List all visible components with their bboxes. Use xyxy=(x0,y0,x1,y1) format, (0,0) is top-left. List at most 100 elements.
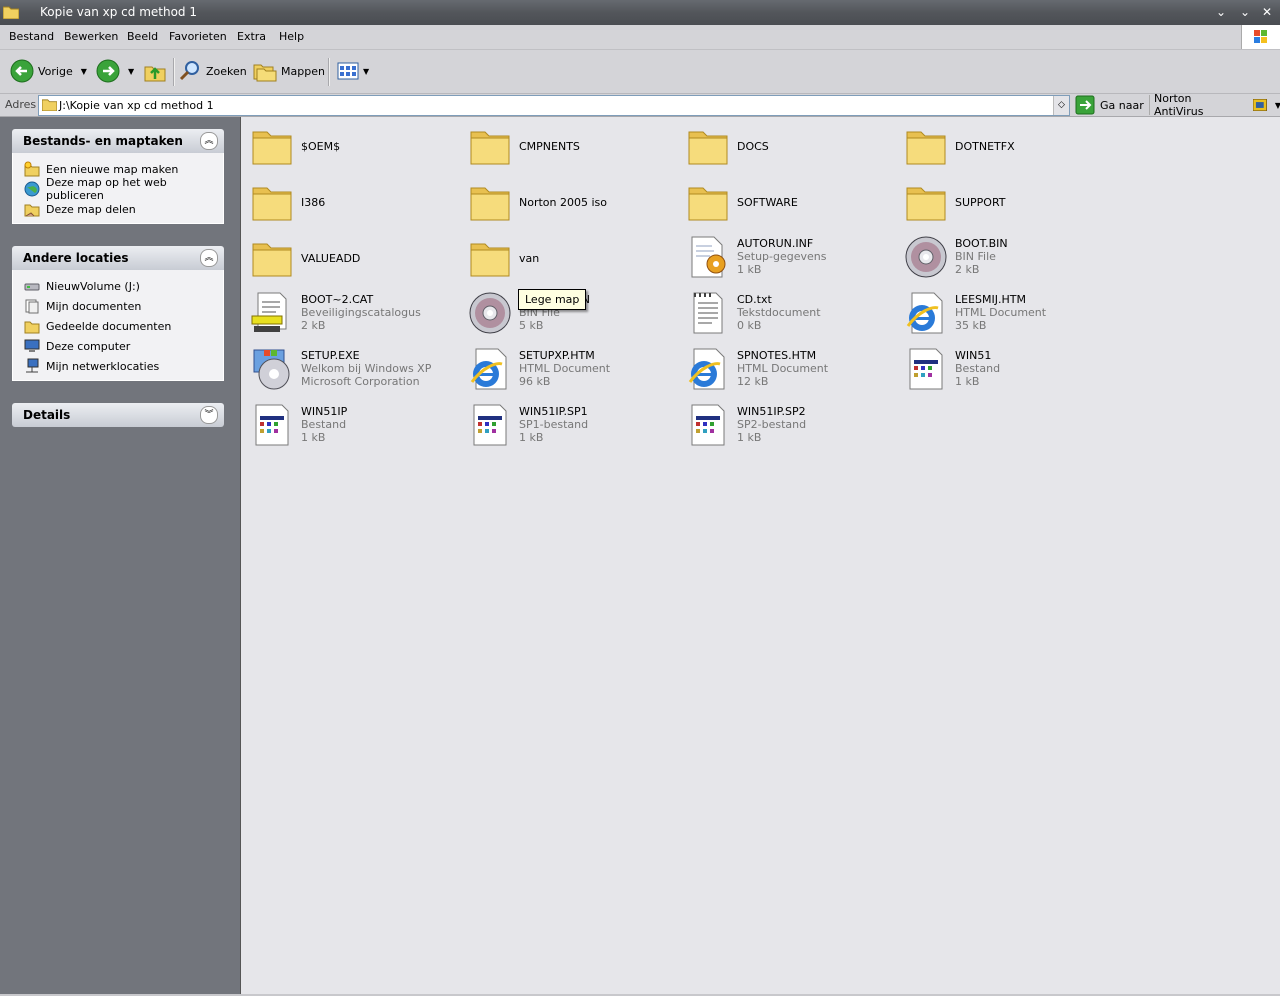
menu-bar: Bestand Bewerken Beeld Favorieten Extra … xyxy=(0,25,1280,50)
file-item[interactable]: SETUPXP.HTM HTML Document 96 kB xyxy=(462,343,672,395)
file-item[interactable]: WIN51 Bestand 1 kB xyxy=(898,343,1108,395)
disc-icon xyxy=(468,290,512,336)
folder-icon xyxy=(686,178,730,224)
file-item[interactable]: WIN51IP Bestand 1 kB xyxy=(244,399,454,451)
chevron-down-icon[interactable]: ▼ xyxy=(81,67,87,76)
file-name: $OEM$ xyxy=(301,140,341,153)
file-item[interactable]: SOFTWARE xyxy=(680,175,890,227)
chevron-down-icon[interactable]: ▼ xyxy=(128,67,134,76)
file-name: WIN51IP xyxy=(301,405,348,418)
file-name: van xyxy=(519,252,540,265)
file-item[interactable]: BOOT~2.CAT Beveiligingscatalogus 2 kB xyxy=(244,287,454,339)
views-button[interactable]: ▼ xyxy=(337,58,369,84)
file-item[interactable]: AUTORUN.INF Setup-gegevens 1 kB xyxy=(680,231,890,283)
menu-beeld[interactable]: Beeld xyxy=(127,30,158,43)
folder-icon xyxy=(250,234,294,280)
panel-header[interactable]: Andere locaties ︽ xyxy=(12,246,224,270)
ie-icon xyxy=(904,290,948,336)
task-share-folder[interactable]: Deze map delen xyxy=(13,199,223,219)
file-item[interactable]: Norton 2005 iso xyxy=(462,175,672,227)
forward-button[interactable]: ▼ xyxy=(96,58,134,84)
file-size: 35 kB xyxy=(955,319,987,332)
menu-favorieten[interactable]: Favorieten xyxy=(169,30,227,43)
menu-help[interactable]: Help xyxy=(279,30,304,43)
file-item[interactable]: WIN51IP.SP2 SP2-bestand 1 kB xyxy=(680,399,890,451)
menu-bewerken[interactable]: Bewerken xyxy=(64,30,118,43)
ie-icon xyxy=(686,346,730,392)
file-list: $OEM$ CMPNENTS DOCS DOTNETFX I386 Norton 2005… xyxy=(241,117,1280,994)
back-button[interactable]: Vorige ▼ xyxy=(10,58,87,84)
file-item[interactable]: CMPNENTS xyxy=(462,119,672,171)
place-shared-documents[interactable]: Gedeelde documenten xyxy=(13,316,223,336)
file-name: SOFTWARE xyxy=(737,196,798,209)
file-tasks-panel: Bestands- en maptaken ︽ Een nieuwe map m… xyxy=(12,129,224,224)
address-dropdown-icon[interactable]: ◇ xyxy=(1053,96,1069,115)
generic-icon xyxy=(250,402,294,448)
maximize-icon[interactable]: ⌄ xyxy=(1237,4,1253,20)
expand-icon[interactable]: ︾ xyxy=(200,406,218,424)
file-type: HTML Document xyxy=(955,306,1047,319)
file-name: LEESMIJ.HTM xyxy=(955,293,1026,306)
file-size: 12 kB xyxy=(737,375,769,388)
file-item[interactable]: van xyxy=(462,231,672,283)
file-size: 2 kB xyxy=(301,319,326,332)
chevron-down-icon[interactable]: ▼ xyxy=(1275,101,1280,110)
norton-icon xyxy=(1253,99,1267,111)
norton-antivirus-toolbar[interactable]: Norton AntiVirus ▼ xyxy=(1149,92,1280,118)
file-item[interactable]: BOOT.BIN BIN File 2 kB xyxy=(898,231,1108,283)
place-my-documents[interactable]: Mijn documenten xyxy=(13,296,223,316)
file-type: Beveiligingscatalogus xyxy=(301,306,421,319)
file-item[interactable]: LEESMIJ.HTM HTML Document 35 kB xyxy=(898,287,1108,339)
file-item[interactable]: SETUP.EXE Welkom bij Windows XP Microsoft … xyxy=(244,343,454,395)
file-type: Welkom bij Windows XP xyxy=(301,362,432,375)
search-button[interactable]: Zoeken xyxy=(178,58,247,84)
go-button[interactable]: Ga naar xyxy=(1075,95,1144,115)
task-publish-web[interactable]: Deze map op het web publiceren xyxy=(13,176,223,202)
file-item[interactable]: WIN51IP.SP1 SP1-bestand 1 kB xyxy=(462,399,672,451)
folders-icon xyxy=(253,64,277,82)
panel-header[interactable]: Details ︾ xyxy=(12,403,224,427)
file-name: SETUP.EXE xyxy=(301,349,360,362)
go-arrow-icon xyxy=(1075,95,1095,115)
file-name: DOCS xyxy=(737,140,769,153)
file-item[interactable]: I386 xyxy=(244,175,454,227)
folders-button[interactable]: Mappen xyxy=(253,58,325,84)
generic-icon xyxy=(686,402,730,448)
up-folder-icon xyxy=(144,66,166,82)
file-item[interactable]: DOTNETFX xyxy=(898,119,1108,171)
text-doc-icon xyxy=(686,290,730,336)
up-folder-button[interactable] xyxy=(143,58,167,84)
place-my-computer[interactable]: Deze computer xyxy=(13,336,223,356)
close-icon[interactable]: ✕ xyxy=(1259,4,1275,20)
file-item[interactable]: VALUEADD xyxy=(244,231,454,283)
place-drive-j[interactable]: NieuwVolume (J:) xyxy=(13,276,223,296)
file-type: Bestand xyxy=(301,418,347,431)
collapse-icon[interactable]: ︽ xyxy=(200,249,218,267)
generic-icon xyxy=(904,346,948,392)
window-title: Kopie van xp cd method 1 xyxy=(40,5,197,19)
globe-icon xyxy=(24,181,40,197)
file-item[interactable]: SUPPORT xyxy=(898,175,1108,227)
file-name: SPNOTES.HTM xyxy=(737,349,817,362)
menu-bestand[interactable]: Bestand xyxy=(9,30,54,43)
folder-icon xyxy=(904,122,948,168)
folder-icon xyxy=(3,6,19,19)
file-size: 2 kB xyxy=(955,263,980,276)
file-name: CMPNENTS xyxy=(519,140,580,153)
panel-header[interactable]: Bestands- en maptaken ︽ xyxy=(12,129,224,153)
file-item[interactable]: CD.txt Tekstdocument 0 kB xyxy=(680,287,890,339)
collapse-icon[interactable]: ︽ xyxy=(200,132,218,150)
file-item[interactable]: SPNOTES.HTM HTML Document 12 kB xyxy=(680,343,890,395)
minimize-icon[interactable]: ⌄ xyxy=(1213,4,1229,20)
file-name: WIN51IP.SP2 xyxy=(737,405,806,418)
address-input[interactable]: J:\Kopie van xp cd method 1 ◇ xyxy=(38,95,1070,116)
file-item[interactable]: DOCS xyxy=(680,119,890,171)
chevron-down-icon[interactable]: ▼ xyxy=(363,67,369,76)
file-type: Bestand xyxy=(955,362,1001,375)
file-item[interactable]: $OEM$ xyxy=(244,119,454,171)
menu-extra[interactable]: Extra xyxy=(237,30,266,43)
place-network[interactable]: Mijn netwerklocaties xyxy=(13,356,223,376)
folder-icon xyxy=(24,318,40,334)
file-type: Tekstdocument xyxy=(737,306,821,319)
toolbar-separator xyxy=(328,58,330,86)
